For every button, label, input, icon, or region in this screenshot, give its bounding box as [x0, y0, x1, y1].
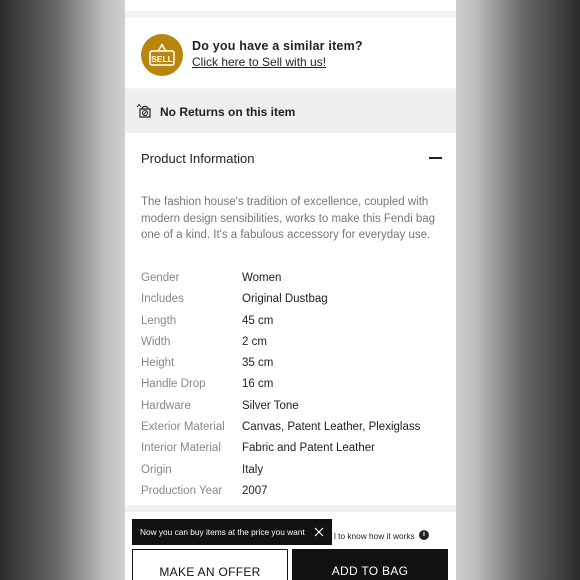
attribute-row: Length 45 cm	[141, 312, 451, 333]
close-icon[interactable]	[314, 527, 324, 537]
attribute-value: Italy	[242, 463, 264, 476]
attribute-row: Interior Material Fabric and Patent Leat…	[141, 439, 451, 460]
attribute-value: 16 cm	[242, 378, 274, 391]
svg-text:SELL: SELL	[151, 54, 173, 64]
attribute-row: Height 35 cm	[141, 354, 451, 375]
attribute-key: Includes	[141, 293, 184, 306]
add-to-bag-button[interactable]: ADD TO BAG	[292, 549, 448, 580]
sell-tag-icon: SELL	[141, 34, 183, 76]
product-page: SELL Do you have a similar item? Click h…	[125, 0, 456, 580]
attribute-value: 2 cm	[242, 335, 267, 348]
attribute-value: 45 cm	[242, 314, 274, 327]
attribute-value: 35 cm	[242, 357, 274, 370]
attribute-key: Exterior Material	[141, 421, 225, 434]
no-returns-icon	[136, 103, 153, 124]
attribute-value: Fabric and Patent Leather	[242, 442, 375, 455]
product-info-section: Product Information The fashion house's …	[125, 133, 456, 505]
sell-question: Do you have a similar item?	[192, 39, 363, 53]
attribute-value: 2007	[242, 484, 268, 497]
attribute-row: Production Year 2007	[141, 482, 451, 503]
how-it-works-text[interactable]: l to know how it works	[334, 531, 415, 541]
attribute-key: Gender	[141, 272, 180, 284]
collapse-minus-icon[interactable]	[429, 157, 442, 159]
attribute-value: Canvas, Patent Leather, Plexiglass	[242, 421, 421, 434]
product-description: The fashion house's tradition of excelle…	[141, 196, 436, 241]
attribute-key: Interior Material	[141, 442, 221, 455]
attribute-key: Hardware	[141, 399, 191, 412]
sell-prompt-card: SELL Do you have a similar item? Click h…	[125, 18, 456, 88]
returns-text: No Returns on this item	[160, 105, 296, 119]
attribute-key: Production Year	[141, 484, 223, 497]
returns-banner: No Returns on this item	[125, 90, 456, 132]
attribute-key: Height	[141, 357, 175, 370]
attribute-key: Origin	[141, 463, 172, 476]
make-offer-button[interactable]: MAKE AN OFFER	[132, 549, 288, 580]
attribute-row: Gender Women	[141, 269, 451, 290]
sell-with-us-link[interactable]: Click here to Sell with us!	[192, 55, 326, 69]
attribute-key: Length	[141, 314, 177, 327]
offer-tooltip: Now you can buy items at the price you w…	[132, 519, 332, 545]
info-icon[interactable]: i	[419, 530, 429, 540]
attributes-list: Gender Women Includes Original Dustbag L…	[141, 269, 451, 503]
attribute-key: Handle Drop	[141, 378, 206, 391]
attribute-value: Women	[242, 272, 282, 284]
attribute-value: Silver Tone	[242, 399, 299, 412]
attribute-key: Width	[141, 335, 171, 348]
attribute-row: Exterior Material Canvas, Patent Leather…	[141, 418, 451, 439]
tooltip-text: Now you can buy items at the price you w…	[140, 527, 305, 537]
attribute-row: Hardware Silver Tone	[141, 397, 451, 418]
attribute-row: Handle Drop 16 cm	[141, 375, 451, 396]
attribute-value: Original Dustbag	[242, 293, 328, 306]
attribute-row: Width 2 cm	[141, 333, 451, 354]
top-card-edge	[125, 0, 456, 11]
attribute-row: Includes Original Dustbag	[141, 290, 451, 311]
attribute-row: Origin Italy	[141, 461, 451, 482]
product-info-title: Product Information	[141, 151, 255, 166]
